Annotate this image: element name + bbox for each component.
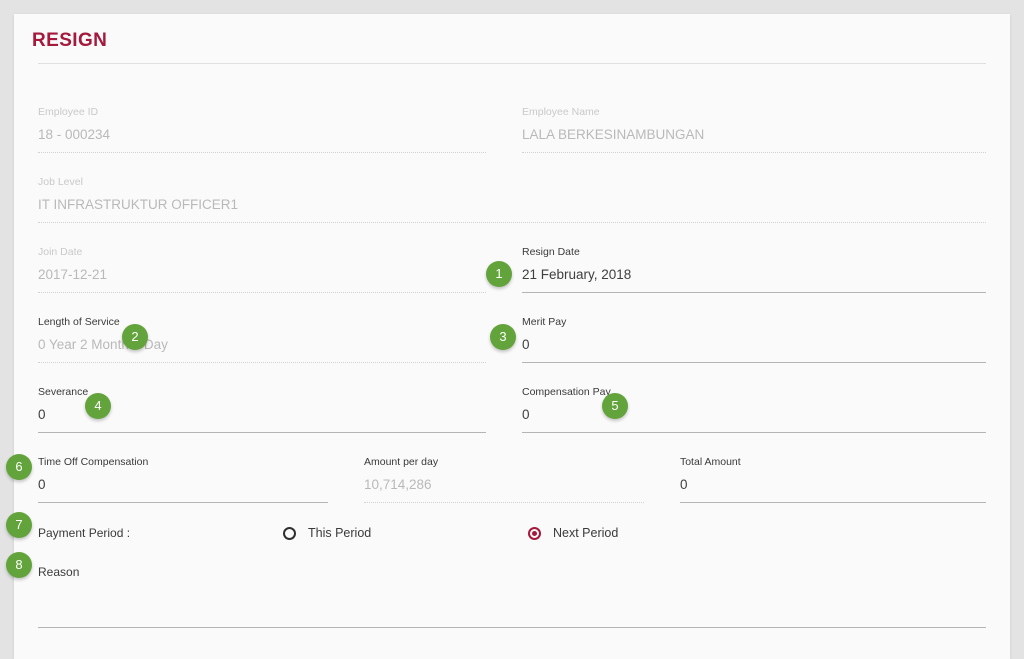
- card-header: RESIGN: [14, 14, 1010, 74]
- total-amount-label: Total Amount: [680, 456, 741, 469]
- resign-date-label: Resign Date: [522, 246, 580, 259]
- field-time-off-compensation[interactable]: Time Off Compensation 0: [38, 440, 354, 510]
- amount-per-day-value: 10,714,286: [364, 475, 644, 495]
- join-date-value: 2017-12-21: [38, 265, 486, 285]
- merit-pay-value[interactable]: 0: [522, 335, 986, 355]
- radio-this-period-icon[interactable]: [283, 527, 296, 540]
- resign-date-underline: [522, 292, 986, 293]
- form-row-job-level: Job Level IT INFRASTRUKTUR OFFICER1: [38, 160, 986, 230]
- radio-option-next-period[interactable]: Next Period: [528, 526, 773, 540]
- page-title: RESIGN: [32, 30, 992, 52]
- compensation-pay-underline: [522, 432, 986, 433]
- resign-form: 1 2 3 4 5 6 7 8 Employee ID 18 - 000234 …: [14, 74, 1010, 628]
- step-badge-6: 6: [6, 454, 32, 480]
- step-badge-3: 3: [490, 324, 516, 350]
- field-join-date: Join Date 2017-12-21: [38, 230, 512, 300]
- step-badge-1: 1: [486, 261, 512, 287]
- job-level-label: Job Level: [38, 176, 83, 189]
- field-merit-pay[interactable]: Merit Pay 0: [512, 300, 986, 370]
- radio-option-this-period[interactable]: This Period: [283, 526, 528, 540]
- radio-next-period-icon[interactable]: [528, 527, 541, 540]
- payment-period-row: Payment Period : This Period Next Period: [38, 510, 986, 544]
- field-length-of-service: Length of Service 0 Year 2 Month 1 Day: [38, 300, 512, 370]
- step-badge-2: 2: [122, 324, 148, 350]
- reason-label: Reason: [38, 565, 986, 579]
- resign-card: RESIGN 1 2 3 4 5 6 7 8 Employee ID 18 - …: [14, 14, 1010, 659]
- field-reason: Reason: [38, 544, 986, 628]
- job-level-underline: [38, 222, 986, 223]
- employee-name-value: LALA BERKESINAMBUNGAN: [522, 125, 986, 145]
- form-row-dates: Join Date 2017-12-21 Resign Date 21 Febr…: [38, 230, 986, 300]
- resign-date-value[interactable]: 21 February, 2018: [522, 265, 986, 285]
- field-compensation-pay[interactable]: Compensation Pay 0: [512, 370, 986, 440]
- time-off-compensation-value[interactable]: 0: [38, 475, 328, 495]
- field-employee-name: Employee Name LALA BERKESINAMBUNGAN: [512, 90, 986, 160]
- step-badge-5: 5: [602, 393, 628, 419]
- join-date-label: Join Date: [38, 246, 82, 259]
- length-of-service-value: 0 Year 2 Month 1 Day: [38, 335, 486, 355]
- field-amount-per-day: Amount per day 10,714,286: [354, 440, 670, 510]
- field-resign-date[interactable]: Resign Date 21 February, 2018: [512, 230, 986, 300]
- step-badge-8: 8: [6, 552, 32, 578]
- time-off-compensation-underline: [38, 502, 328, 503]
- time-off-compensation-label: Time Off Compensation: [38, 456, 148, 469]
- severance-label: Severance: [38, 386, 88, 399]
- form-row-identity: Employee ID 18 - 000234 Employee Name LA…: [38, 90, 986, 160]
- title-divider: [38, 63, 986, 64]
- field-total-amount[interactable]: Total Amount 0: [670, 440, 986, 510]
- job-level-value: IT INFRASTRUKTUR OFFICER1: [38, 195, 986, 215]
- employee-id-value: 18 - 000234: [38, 125, 486, 145]
- merit-pay-label: Merit Pay: [522, 316, 566, 329]
- radio-next-period-label: Next Period: [553, 526, 618, 540]
- field-job-level: Job Level IT INFRASTRUKTUR OFFICER1: [38, 160, 986, 230]
- merit-pay-underline: [522, 362, 986, 363]
- total-amount-underline: [680, 502, 986, 503]
- length-of-service-label: Length of Service: [38, 316, 120, 329]
- severance-underline: [38, 432, 486, 433]
- compensation-pay-value[interactable]: 0: [522, 405, 986, 425]
- employee-id-label: Employee ID: [38, 106, 98, 119]
- step-badge-4: 4: [85, 393, 111, 419]
- employee-id-underline: [38, 152, 486, 153]
- field-employee-id: Employee ID 18 - 000234: [38, 90, 512, 160]
- length-of-service-underline: [38, 362, 486, 363]
- amount-per-day-label: Amount per day: [364, 456, 438, 469]
- join-date-underline: [38, 292, 486, 293]
- employee-name-label: Employee Name: [522, 106, 600, 119]
- total-amount-value[interactable]: 0: [680, 475, 986, 495]
- reason-underline: [38, 627, 986, 628]
- payment-period-label: Payment Period :: [38, 526, 283, 540]
- radio-this-period-label: This Period: [308, 526, 371, 540]
- form-row-severance-compensation: Severance 0 Compensation Pay 0: [38, 370, 986, 440]
- employee-name-underline: [522, 152, 986, 153]
- reason-input[interactable]: [38, 579, 986, 627]
- amount-per-day-underline: [364, 502, 644, 503]
- compensation-pay-label: Compensation Pay: [522, 386, 611, 399]
- form-row-timeoff-amounts: Time Off Compensation 0 Amount per day 1…: [38, 440, 986, 510]
- step-badge-7: 7: [6, 512, 32, 538]
